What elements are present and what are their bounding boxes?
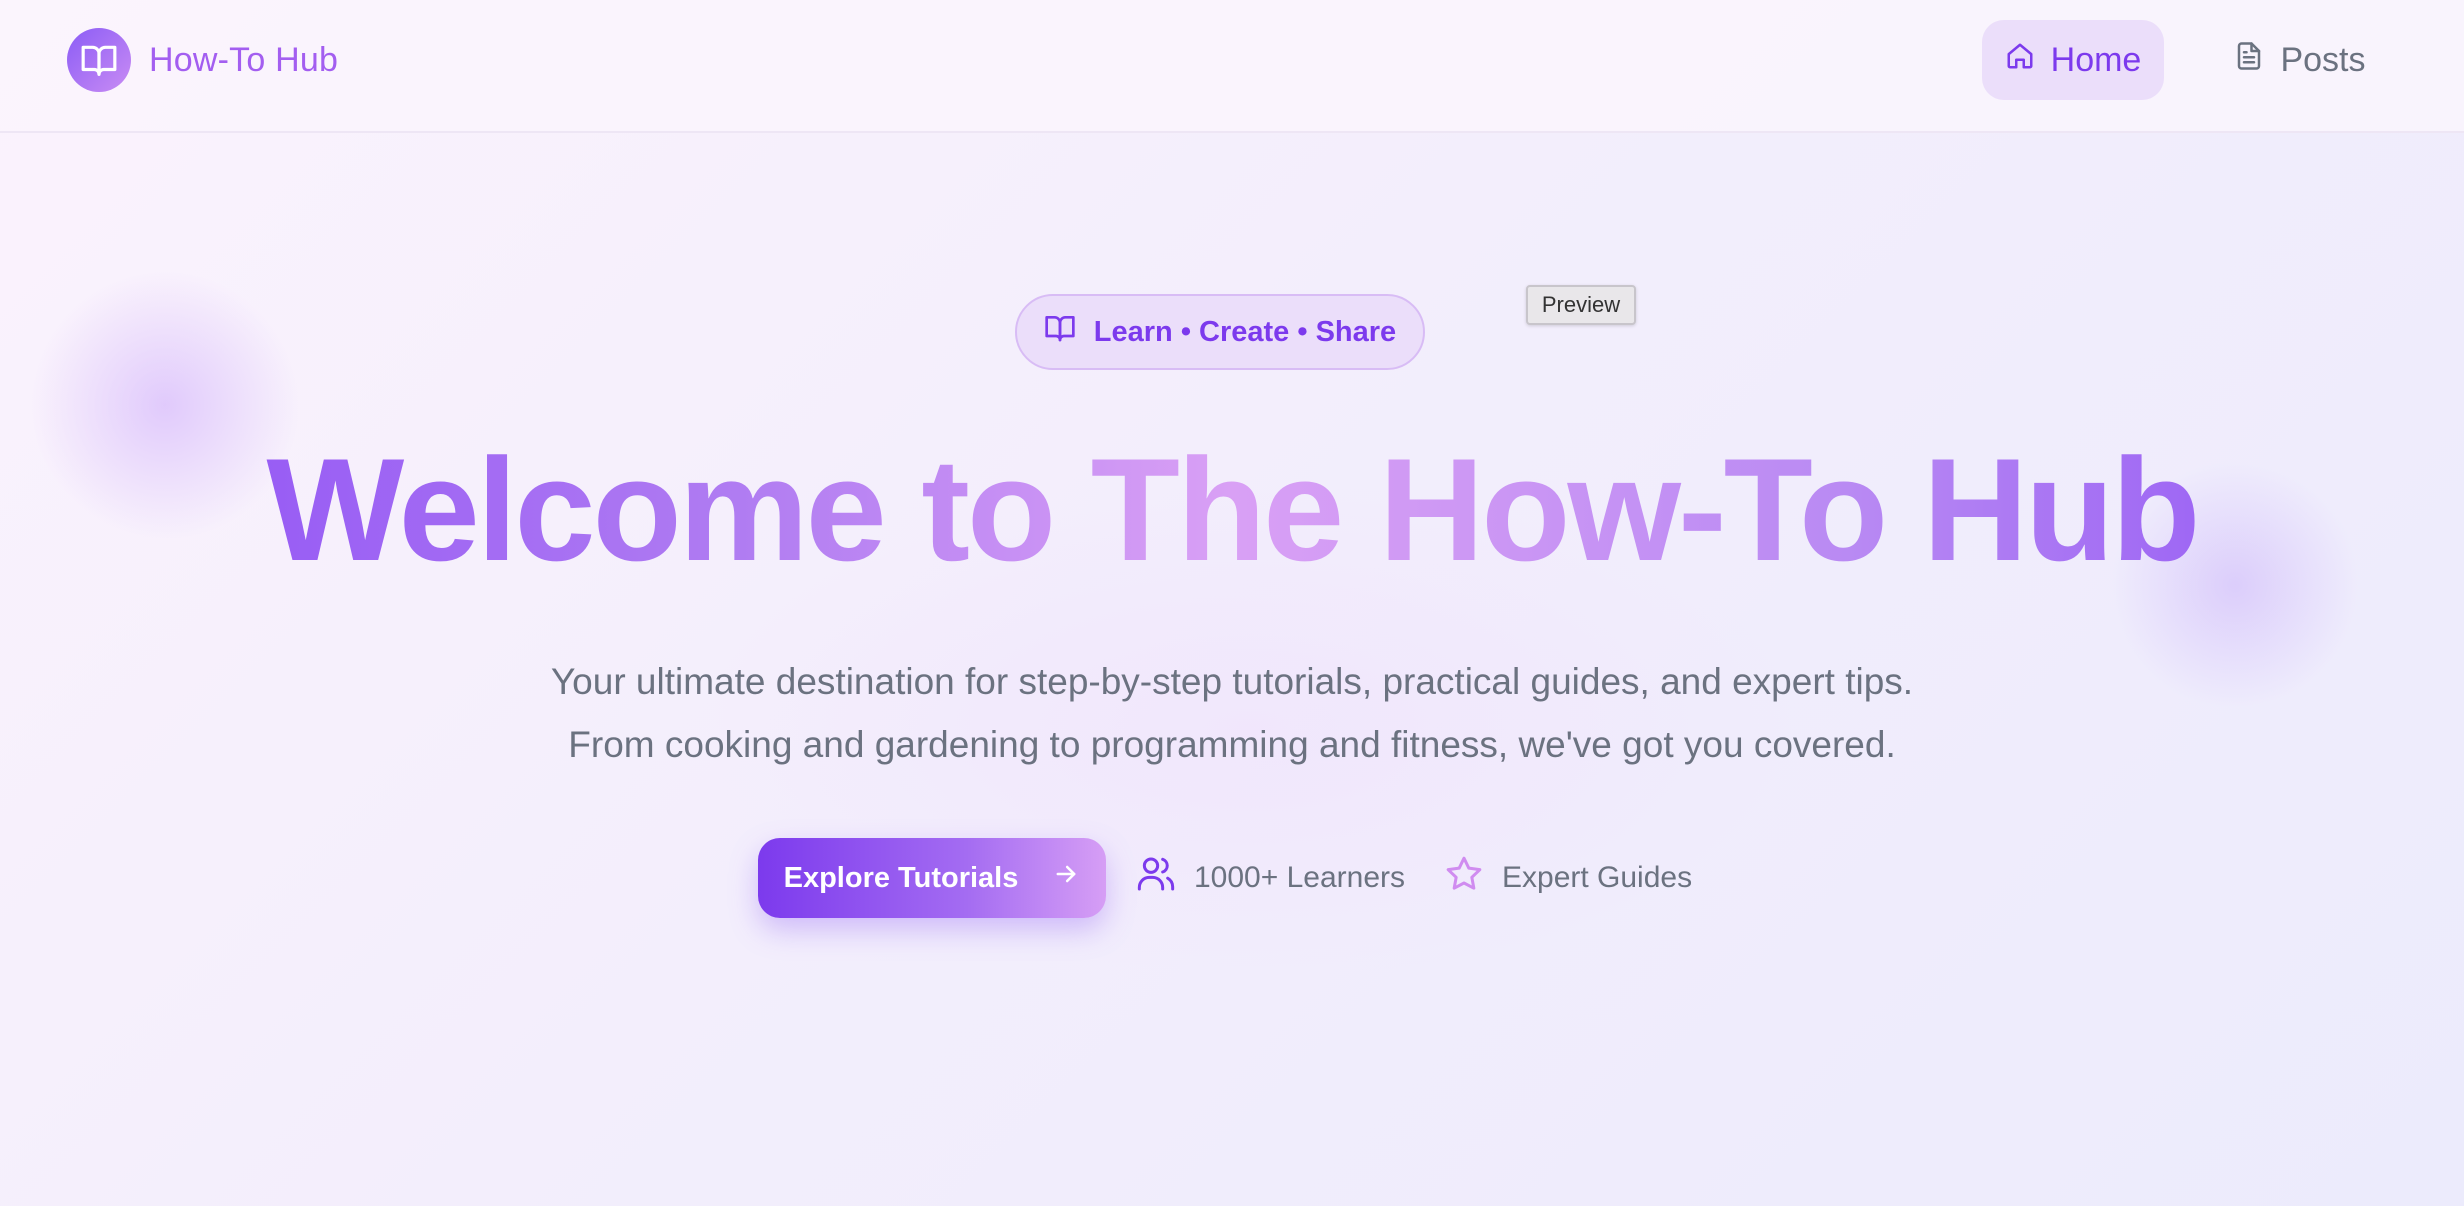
nav-posts-link[interactable]: Posts <box>2205 20 2395 100</box>
site-name: How-To Hub <box>149 40 339 79</box>
expert-guides-stat: Expert Guides <box>1444 838 1692 918</box>
book-logo-icon <box>67 28 131 92</box>
nav-home-link[interactable]: Home <box>1982 20 2164 100</box>
star-icon <box>1444 854 1484 902</box>
users-icon <box>1136 854 1176 902</box>
hero-subtitle-line-1: Your ultimate destination for step-by-st… <box>550 661 1914 702</box>
tagline-badge: Learn • Create • Share <box>1015 294 1425 370</box>
hero-subtitle-line-2: From cooking and gardening to programmin… <box>568 724 1896 765</box>
hero-title: Welcome to The How-To Hub <box>0 430 2464 590</box>
arrow-right-icon <box>1052 860 1080 896</box>
learners-stat: 1000+ Learners <box>1136 838 1405 918</box>
home-icon <box>2005 41 2035 80</box>
nav-home-label: Home <box>2050 40 2142 79</box>
document-icon <box>2234 41 2264 80</box>
explore-tutorials-button[interactable]: Explore Tutorials <box>758 838 1106 918</box>
explore-tutorials-label: Explore Tutorials <box>783 861 1019 894</box>
top-navigation-bar: How-To Hub Home Posts <box>0 0 2464 133</box>
nav-posts-label: Posts <box>2280 40 2366 79</box>
preview-tag[interactable]: Preview <box>1526 285 1636 325</box>
book-open-icon <box>1044 312 1076 352</box>
expert-guides-stat-label: Expert Guides <box>1502 861 1693 894</box>
tagline-text: Learn • Create • Share <box>1093 315 1397 348</box>
site-logo-link[interactable]: How-To Hub <box>67 28 338 92</box>
hero-subtitle: Your ultimate destination for step-by-st… <box>0 650 2464 776</box>
learners-stat-label: 1000+ Learners <box>1194 861 1405 894</box>
